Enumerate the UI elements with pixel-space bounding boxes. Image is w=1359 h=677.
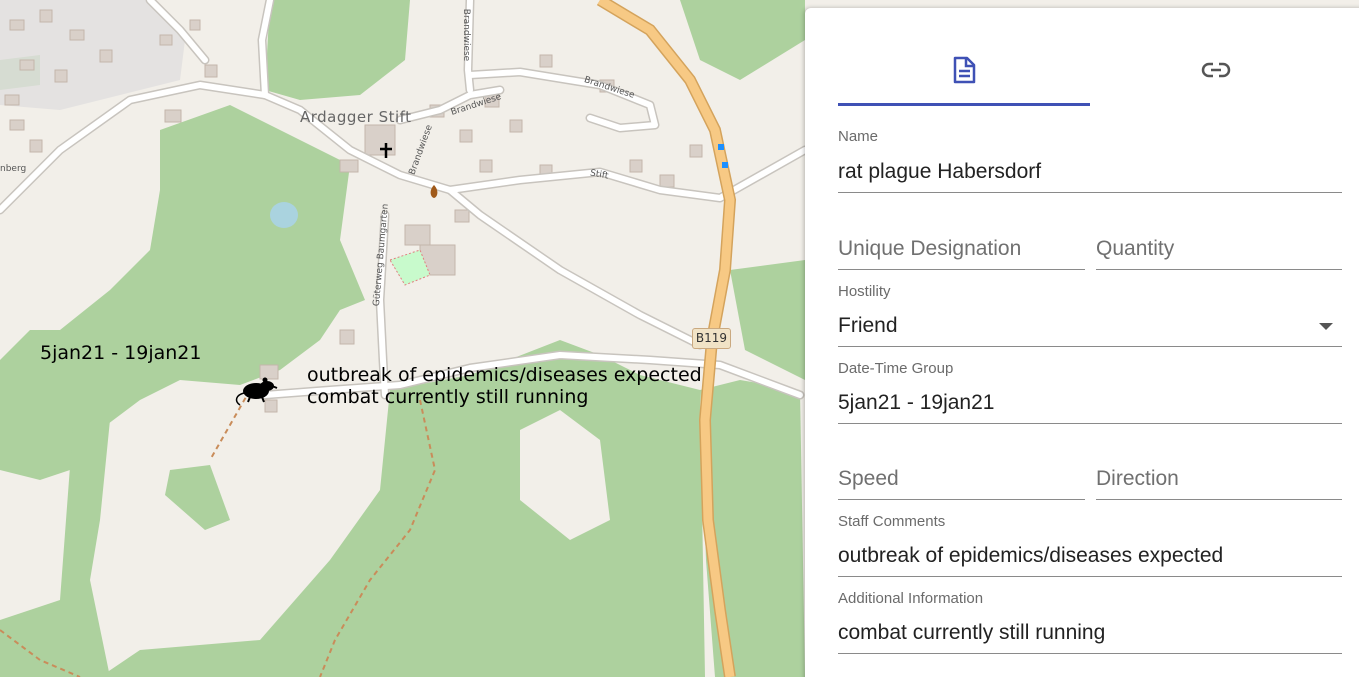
staff-comments-value[interactable]: outbreak of epidemics/diseases expected	[838, 544, 1223, 568]
name-label: Name	[838, 128, 879, 145]
forest-area	[700, 380, 805, 677]
properties-panel: Name rat plague Habersdorf Unique Design…	[805, 8, 1359, 677]
hostility-select[interactable]: Hostility Friend	[838, 283, 1342, 347]
speed-placeholder: Speed	[838, 467, 899, 490]
dtg-value[interactable]: 5jan21 - 19jan21	[838, 391, 994, 415]
symbol-comment-line: outbreak of epidemics/diseases expected	[307, 364, 702, 386]
additional-information-label: Additional Information	[838, 590, 984, 607]
hostility-label: Hostility	[838, 283, 891, 300]
panel-tabs	[838, 38, 1342, 106]
quantity-placeholder: Quantity	[1096, 237, 1175, 260]
additional-information-value[interactable]: combat currently still running	[838, 621, 1105, 645]
direction-field[interactable]: Direction	[1096, 448, 1342, 500]
name-field[interactable]: Name rat plague Habersdorf	[838, 128, 1342, 193]
quantity-field[interactable]: Quantity	[1096, 218, 1342, 270]
staff-comments-label: Staff Comments	[838, 513, 946, 530]
symbol-comment-line: combat currently still running	[307, 386, 589, 408]
link-icon	[1201, 61, 1231, 84]
unique-designation-placeholder: Unique Designation	[838, 237, 1022, 260]
tab-links[interactable]	[1090, 38, 1342, 106]
pond	[270, 202, 298, 228]
dtg-label: Date-Time Group	[838, 360, 954, 377]
name-value[interactable]: rat plague Habersdorf	[838, 160, 1041, 184]
street-label: nberg	[0, 164, 27, 174]
hostility-value[interactable]: Friend	[838, 314, 898, 338]
road-shield: B119	[692, 328, 731, 349]
place-label: Ardagger Stift	[300, 108, 412, 126]
direction-placeholder: Direction	[1096, 467, 1179, 490]
additional-information-field[interactable]: Additional Information combat currently …	[838, 590, 1342, 654]
street-label: Brandwiese	[461, 8, 472, 62]
date-time-group-field[interactable]: Date-Time Group 5jan21 - 19jan21	[838, 360, 1342, 424]
speed-field[interactable]: Speed	[838, 448, 1085, 500]
staff-comments-field[interactable]: Staff Comments outbreak of epidemics/dis…	[838, 513, 1342, 577]
dropdown-arrow-icon[interactable]	[1319, 323, 1333, 330]
document-icon	[952, 56, 976, 89]
unique-designation-field[interactable]: Unique Designation	[838, 218, 1085, 270]
symbol-date-label: 5jan21 - 19jan21	[40, 342, 202, 364]
tab-properties[interactable]	[838, 38, 1090, 106]
